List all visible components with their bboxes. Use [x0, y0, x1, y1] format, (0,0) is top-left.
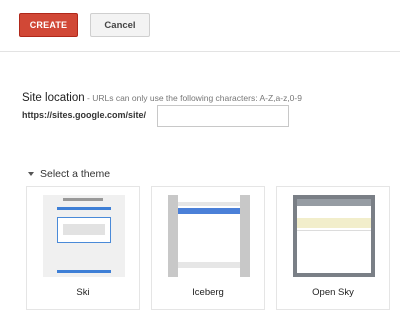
open-sky-theme-thumbnail: [293, 195, 375, 277]
select-theme-label: Select a theme: [40, 168, 111, 180]
theme-card-ski[interactable]: Ski: [26, 186, 140, 310]
site-location-row: Site location - URLs can only use the fo…: [22, 88, 302, 106]
toolbar-divider: [0, 51, 400, 52]
theme-card-open-sky[interactable]: Open Sky: [276, 186, 390, 310]
theme-label-open-sky: Open Sky: [312, 287, 354, 298]
ski-theme-thumbnail: [43, 195, 125, 277]
iceberg-theme-thumbnail: [168, 195, 250, 277]
cancel-button[interactable]: Cancel: [90, 13, 150, 37]
site-location-label: Site location: [22, 92, 85, 104]
triangle-down-icon: [28, 172, 34, 176]
theme-label-iceberg: Iceberg: [192, 287, 224, 298]
create-button[interactable]: CREATE: [19, 13, 78, 37]
theme-card-iceberg[interactable]: Iceberg: [151, 186, 265, 310]
theme-label-ski: Ski: [76, 287, 90, 298]
select-theme-toggle[interactable]: Select a theme: [28, 168, 110, 180]
site-location-hint: - URLs can only use the following charac…: [84, 93, 302, 103]
site-url-input[interactable]: [157, 105, 289, 127]
url-prefix: https://sites.google.com/site/: [22, 110, 147, 120]
toolbar: CREATE Cancel: [0, 0, 400, 52]
